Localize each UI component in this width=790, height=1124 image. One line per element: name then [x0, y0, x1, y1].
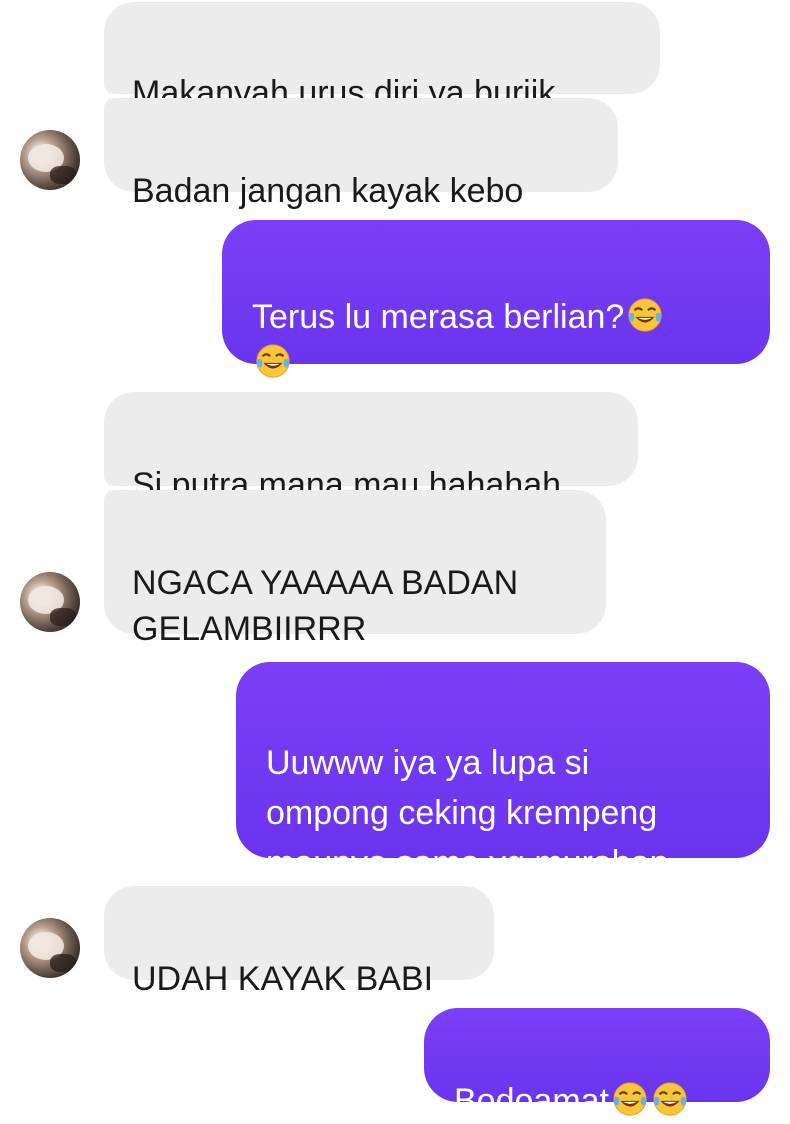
message-text: UDAH KAYAK BABI [132, 960, 434, 998]
outgoing-message-bubble[interactable]: Uuwww iya ya lupa si ompong ceking kremp… [236, 662, 770, 882]
contact-avatar[interactable] [20, 572, 80, 632]
message-text: Terus lu merasa berlian? [252, 298, 625, 336]
message-text: NGACA YAAAAA BADAN GELAMBIIRRR [132, 564, 519, 648]
incoming-message-bubble[interactable]: Makanyah urus diri ya buriik [104, 2, 660, 112]
contact-avatar[interactable] [20, 130, 80, 190]
outgoing-message-bubble[interactable]: Bodoamat [424, 1008, 770, 1120]
tears-of-joy-emoji-icon [653, 1082, 687, 1116]
incoming-message-bubble[interactable]: Si putra mana mau hahahah [104, 392, 638, 504]
incoming-message-bubble[interactable]: UDAH KAYAK BABI [104, 886, 494, 998]
incoming-message-bubble[interactable]: Badan jangan kayak kebo [104, 98, 618, 210]
tears-of-joy-emoji-icon [256, 344, 290, 378]
message-text: Uuwww iya ya lupa si ompong ceking kremp… [266, 744, 669, 882]
message-text: Badan jangan kayak kebo [132, 172, 524, 210]
incoming-message-bubble[interactable]: NGACA YAAAAA BADAN GELAMBIIRRR [104, 490, 606, 648]
contact-avatar[interactable] [20, 918, 80, 978]
outgoing-message-bubble[interactable]: Terus lu merasa berlian? [222, 220, 770, 378]
tears-of-joy-emoji-icon [613, 1082, 647, 1116]
message-text: Bodoamat [454, 1082, 609, 1120]
tears-of-joy-emoji-icon [628, 298, 662, 332]
